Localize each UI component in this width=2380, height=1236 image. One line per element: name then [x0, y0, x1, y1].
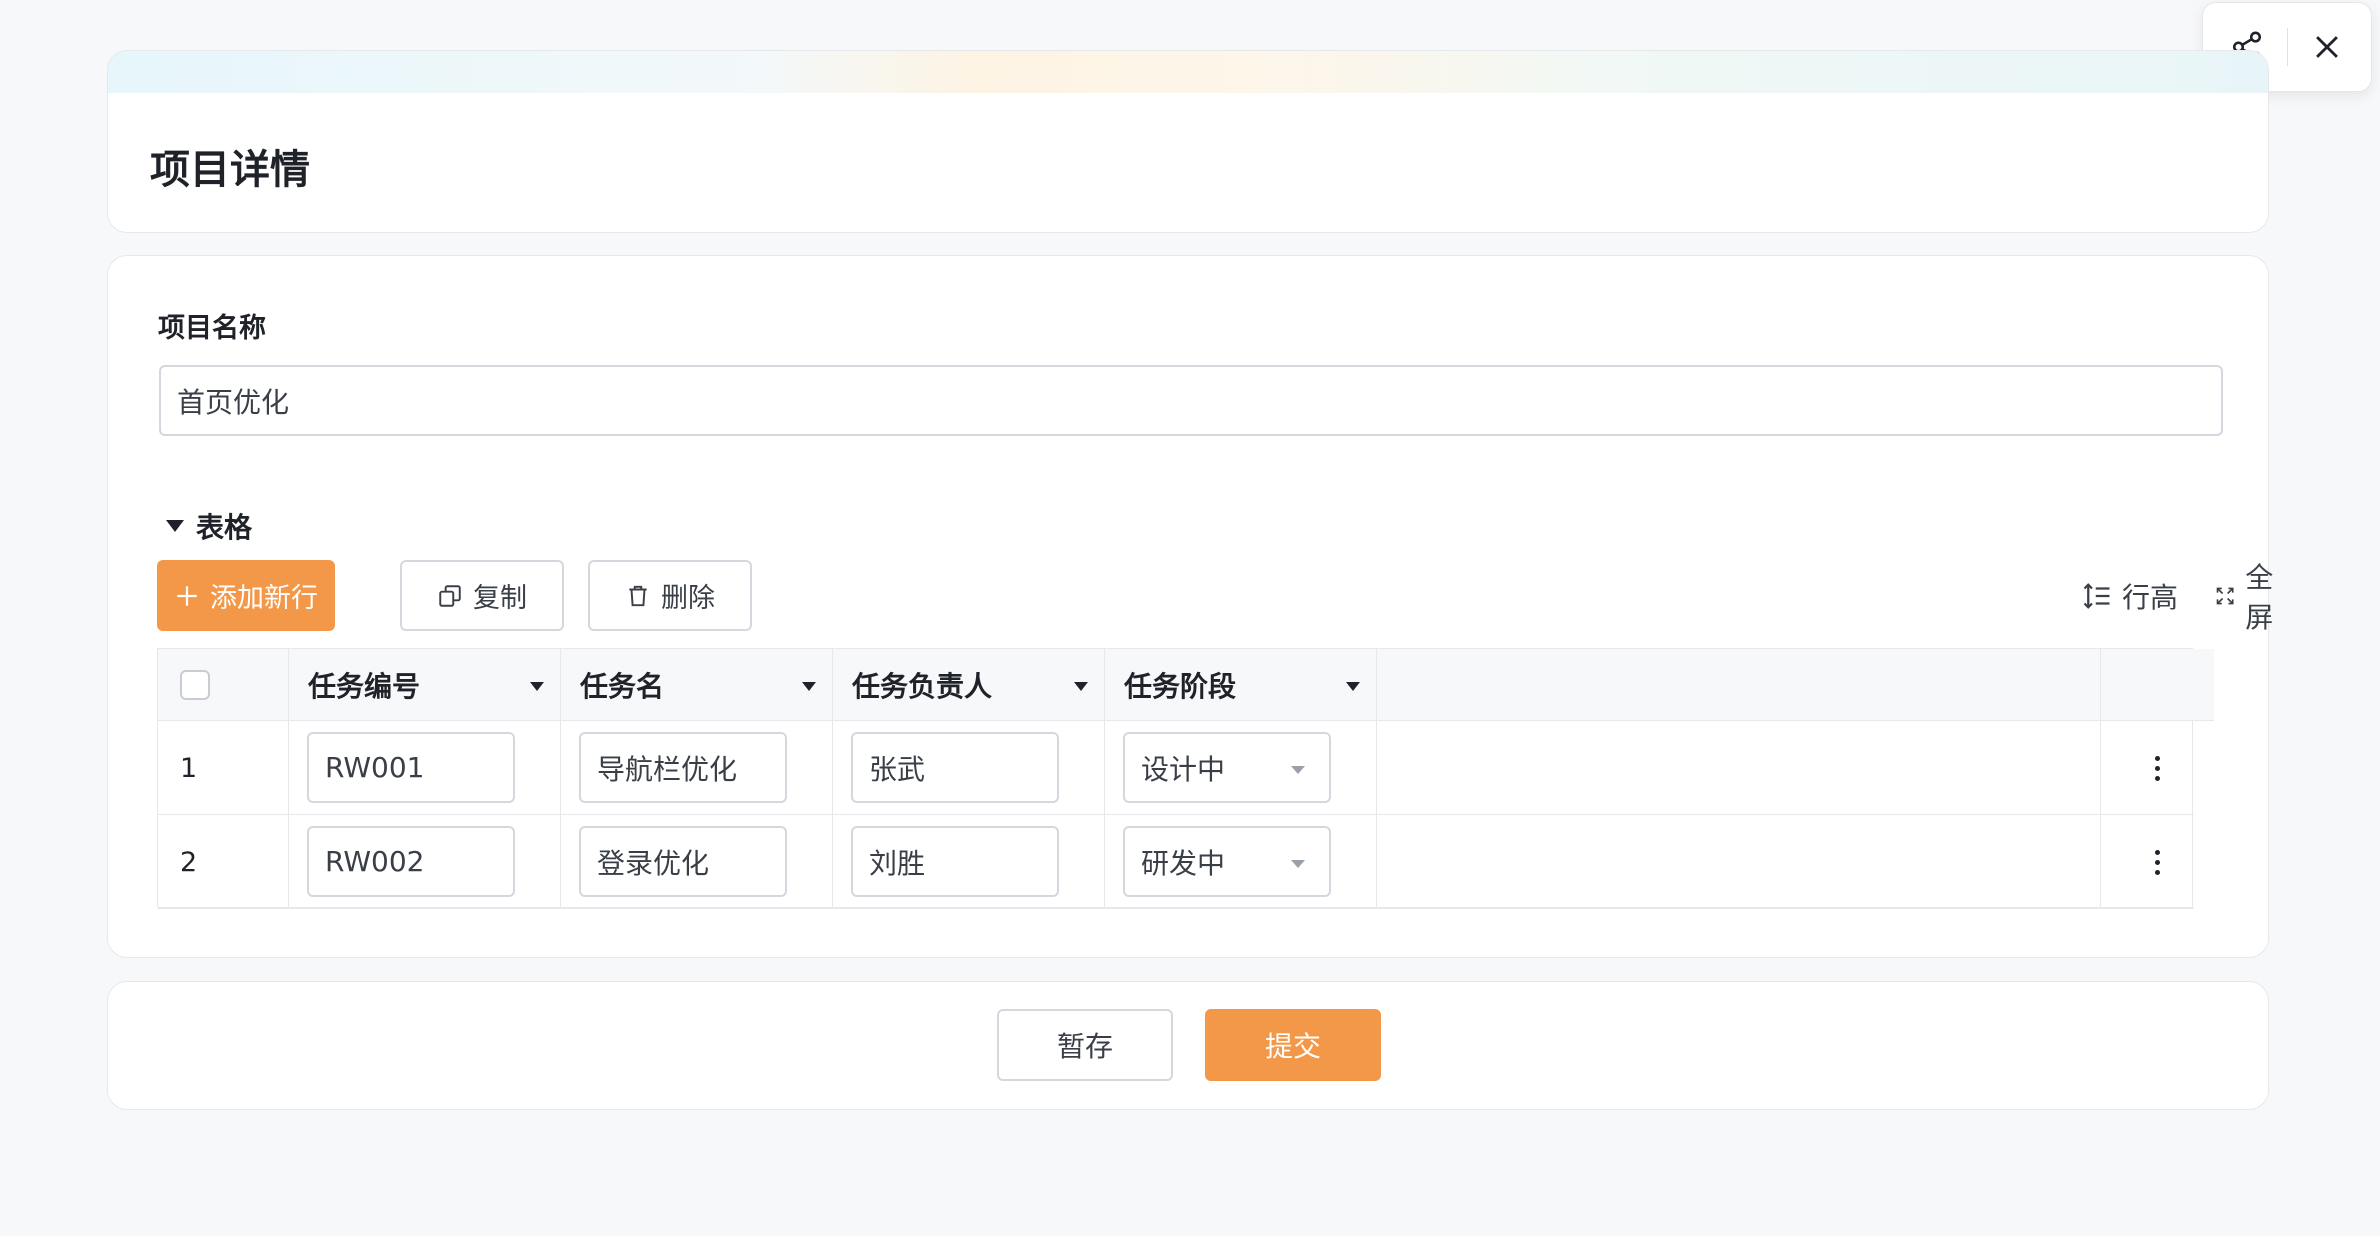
footer-card: 暂存 提交 — [107, 981, 2269, 1110]
more-vertical-icon — [2154, 849, 2160, 855]
form-card: 项目名称 表格 添加新行 复制 删除 — [107, 255, 2273, 958]
table-header: 任务编号 任务名 任务负责人 任务阶段 — [158, 649, 2214, 721]
column-header-label: 任务编号 — [308, 670, 421, 703]
task-name-input[interactable] — [579, 732, 787, 803]
column-header-label: 任务阶段 — [1124, 670, 1237, 703]
stage-select-value: 设计中 — [1141, 752, 1226, 786]
page-title: 项目详情 — [150, 147, 310, 193]
caret-down-icon — [166, 520, 184, 532]
fullscreen-icon — [2216, 587, 2234, 604]
owner-input[interactable] — [851, 732, 1059, 803]
row-more-button[interactable] — [2137, 748, 2177, 788]
delete-label: 删除 — [661, 583, 715, 614]
owner-input[interactable] — [851, 826, 1059, 897]
plus-icon — [177, 585, 197, 606]
delete-button[interactable]: 删除 — [588, 560, 752, 631]
divider — [2286, 28, 2288, 66]
copy-icon — [439, 584, 461, 607]
task-id-input[interactable] — [307, 826, 515, 897]
row-index: 2 — [180, 846, 198, 878]
column-header-owner[interactable]: 任务负责人 — [832, 649, 1104, 721]
sort-caret-icon[interactable] — [802, 682, 816, 691]
row-more-button[interactable] — [2137, 842, 2177, 882]
column-header-task-name[interactable]: 任务名 — [560, 649, 832, 721]
row-height-button[interactable]: 行高 — [2082, 560, 2178, 631]
fullscreen-button[interactable]: 全屏 — [2215, 560, 2283, 634]
column-header-task-id[interactable]: 任务编号 — [288, 649, 560, 721]
chevron-down-icon — [1291, 860, 1305, 868]
save-draft-button[interactable]: 暂存 — [997, 1009, 1173, 1081]
project-name-input[interactable] — [159, 365, 2223, 436]
project-name-label: 项目名称 — [158, 313, 266, 344]
stage-select[interactable]: 研发中 — [1123, 826, 1331, 897]
header-gradient — [108, 51, 2268, 93]
trash-icon — [629, 585, 647, 606]
submit-button[interactable]: 提交 — [1205, 1009, 1381, 1081]
column-header-label: 任务负责人 — [852, 670, 993, 703]
close-button[interactable] — [2303, 23, 2351, 71]
copy-button[interactable]: 复制 — [400, 560, 564, 631]
row-index: 1 — [180, 752, 198, 784]
chevron-down-icon — [1291, 766, 1305, 774]
row-height-label: 行高 — [2122, 580, 2179, 614]
column-header-stage[interactable]: 任务阶段 — [1104, 649, 1376, 721]
task-table: 任务编号 任务名 任务负责人 任务阶段 1 RW001 导航栏优化 张武 设计中… — [157, 648, 2214, 909]
sort-caret-icon[interactable] — [530, 682, 544, 691]
table-toolbar: 添加新行 复制 删除 行高 全屏 — [157, 560, 2273, 634]
task-name-input[interactable] — [579, 826, 787, 897]
add-row-button[interactable]: 添加新行 — [157, 560, 335, 631]
stage-select-value: 研发中 — [1141, 846, 1226, 880]
copy-label: 复制 — [473, 583, 527, 614]
header-card: 项目详情 — [107, 50, 2269, 233]
sort-caret-icon[interactable] — [1074, 682, 1088, 691]
table-row: 2 研发中 — [158, 815, 2194, 909]
close-icon — [2316, 36, 2338, 58]
stage-select[interactable]: 设计中 — [1123, 732, 1331, 803]
table-section-toggle[interactable]: 表格 — [166, 506, 252, 546]
more-vertical-icon — [2154, 755, 2160, 761]
column-header-label: 任务名 — [580, 670, 665, 703]
add-row-label: 添加新行 — [210, 583, 318, 614]
table-section-title: 表格 — [196, 511, 253, 544]
row-height-icon — [2083, 582, 2110, 609]
select-all-checkbox[interactable] — [180, 670, 210, 700]
task-id-input[interactable] — [307, 732, 515, 803]
table-row: 1 设计中 — [158, 721, 2194, 815]
fullscreen-label: 全屏 — [2245, 560, 2274, 634]
sort-caret-icon[interactable] — [1346, 682, 1360, 691]
